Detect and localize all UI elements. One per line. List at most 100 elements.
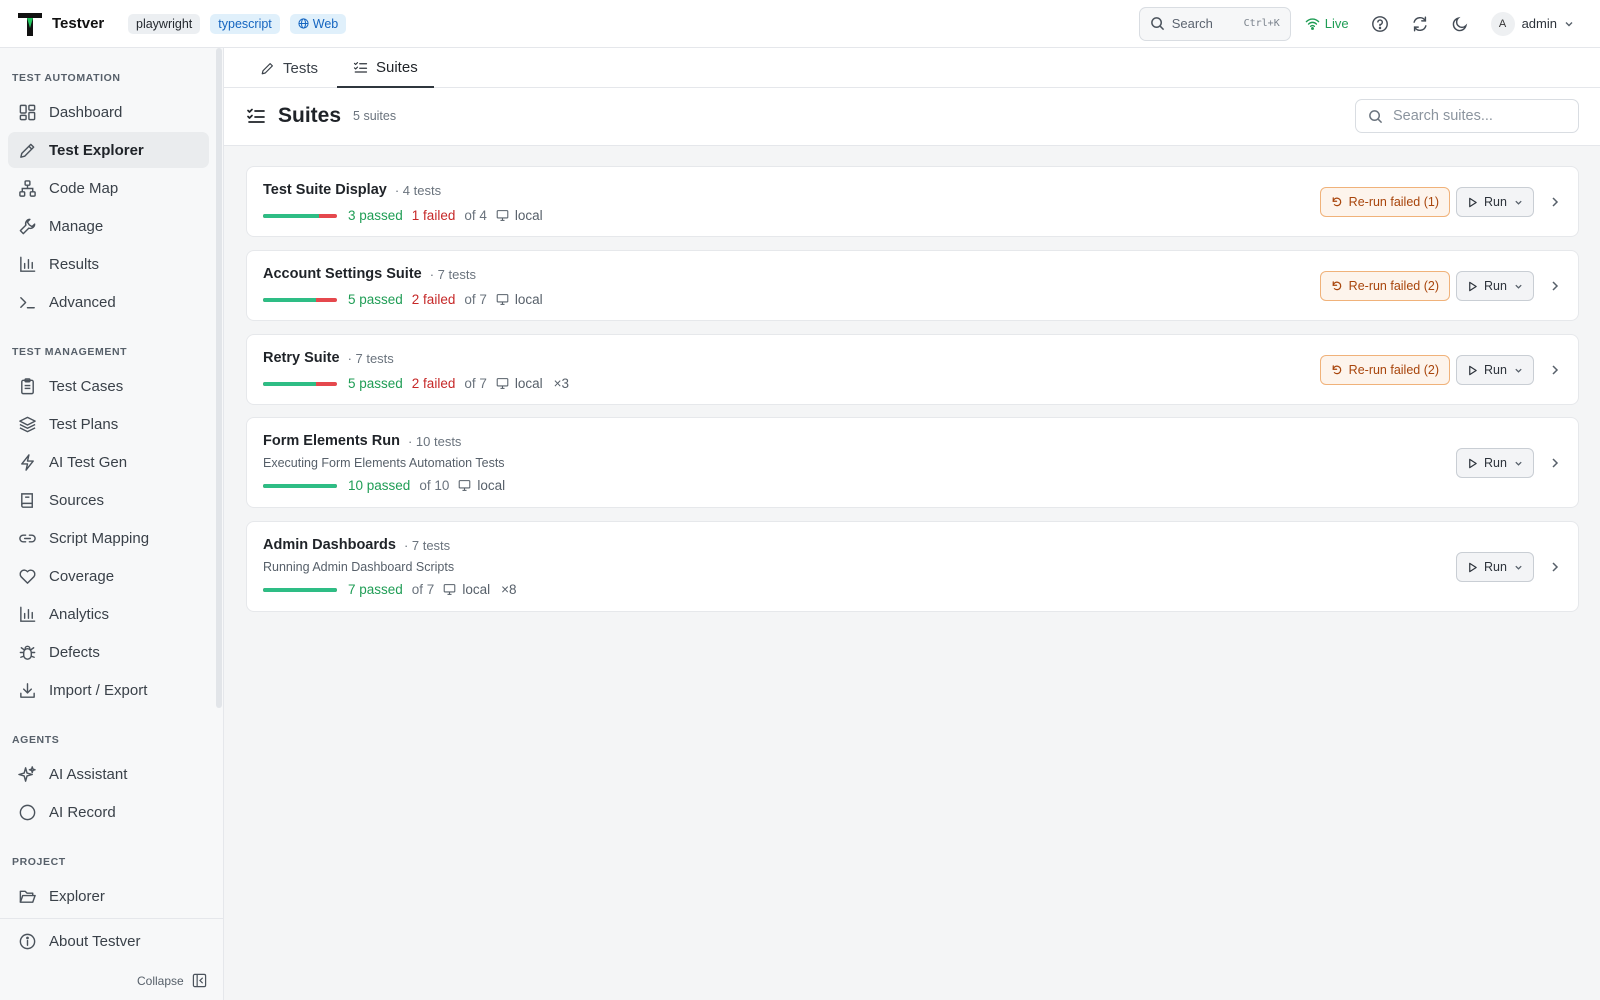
folder-open-icon	[19, 890, 36, 903]
sidebar-item-test-explorer[interactable]: Test Explorer	[8, 132, 209, 168]
bar-chart-icon	[20, 606, 36, 622]
sidebar-item-analytics[interactable]: Analytics	[8, 596, 209, 632]
pencil-icon	[261, 62, 273, 74]
book-icon	[21, 492, 33, 508]
total-count: of 7	[464, 376, 487, 391]
suite-description: Running Admin Dashboard Scripts	[263, 560, 455, 574]
run-button[interactable]: Run	[1456, 271, 1534, 301]
sidebar-item-explorer[interactable]: Explorer	[8, 878, 209, 914]
suite-progress-fill	[263, 483, 337, 488]
app-name: Testver	[52, 15, 105, 32]
suite-card[interactable]: Form Elements Run · 10 tests Executing Fo…	[246, 417, 1579, 508]
sidebar-item-about[interactable]: About Testver	[8, 923, 209, 959]
environment-label: local	[462, 582, 491, 597]
brand[interactable]: Testver	[0, 10, 120, 38]
tab-tests[interactable]: Tests	[244, 48, 334, 88]
suite-card[interactable]: Test Suite Display · 4 tests 3 passed 1 f…	[246, 166, 1579, 237]
page-title: Suites	[278, 104, 342, 127]
sidebar-item-test-plans[interactable]: Test Plans	[8, 406, 209, 442]
rerun-failed-button[interactable]: Re-run failed (2)	[1319, 355, 1450, 385]
environment: local	[496, 376, 543, 391]
chevron-down-icon	[1515, 368, 1522, 373]
refresh-icon[interactable]	[1411, 15, 1429, 33]
retry-multiplier: ×8	[501, 582, 517, 597]
chevron-right-icon[interactable]	[1548, 456, 1562, 470]
play-icon	[1469, 281, 1477, 291]
sidebar-item-label: Test Explorer	[49, 141, 144, 159]
suite-progress-bar	[263, 587, 337, 592]
sidebar-item-script-mapping[interactable]: Script Mapping	[8, 520, 209, 556]
suite-test-count: · 7 tests	[347, 350, 394, 366]
chevron-right-icon[interactable]	[1548, 560, 1562, 574]
suite-count: 5 suites	[353, 109, 397, 123]
moon-icon[interactable]	[1451, 15, 1469, 33]
run-label: Run	[1484, 560, 1507, 574]
chevron-right-icon[interactable]	[1548, 279, 1562, 293]
sidebar-item-manage[interactable]: Manage	[8, 208, 209, 244]
suite-progress-fill	[263, 381, 316, 386]
sidebar-item-label: Advanced	[49, 293, 116, 311]
suite-card[interactable]: Admin Dashboards · 7 tests Running Admin …	[246, 521, 1579, 612]
environment-label: local	[514, 292, 543, 307]
environment-label: local	[514, 376, 543, 391]
suite-progress-bar	[263, 483, 337, 488]
sidebar-item-label: Manage	[49, 217, 104, 235]
suite-search-input[interactable]: Search suites...	[1355, 99, 1579, 133]
suite-progress-bar	[263, 213, 337, 218]
global-search-button[interactable]: Search Ctrl+K	[1138, 6, 1291, 41]
suite-name: Account Settings Suite	[263, 266, 422, 282]
run-button[interactable]: Run	[1456, 187, 1534, 217]
sidebar-item-test-cases[interactable]: Test Cases	[8, 368, 209, 404]
section-agents: AGENTS	[12, 734, 60, 746]
rerun-failed-button[interactable]: Re-run failed (1)	[1319, 187, 1450, 217]
sidebar-item-advanced[interactable]: Advanced	[8, 284, 209, 320]
sidebar-item-import-export[interactable]: Import / Export	[8, 672, 209, 708]
user-menu[interactable]: A admin	[1490, 11, 1574, 36]
tab-suites[interactable]: Suites	[337, 48, 434, 88]
sidebar-item-label: AI Record	[49, 803, 116, 821]
sidebar-item-label: Test Cases	[49, 377, 124, 395]
section-test-management: TEST MANAGEMENT	[12, 346, 128, 358]
suite-name: Test Suite Display	[263, 182, 387, 198]
run-label: Run	[1484, 195, 1507, 209]
suite-card[interactable]: Retry Suite · 7 tests 5 passed 2 failed o…	[246, 334, 1579, 405]
collapse-sidebar-button[interactable]: Collapse	[137, 973, 207, 988]
suite-card[interactable]: Account Settings Suite · 7 tests 5 passed…	[246, 250, 1579, 321]
sidebar-item-defects[interactable]: Defects	[8, 634, 209, 670]
suite-progress-fill	[263, 297, 316, 302]
monitor-icon	[496, 210, 509, 221]
monitor-icon	[459, 480, 471, 491]
sidebar-item-sources[interactable]: Sources	[8, 482, 209, 518]
section-test-automation: TEST AUTOMATION	[12, 72, 121, 84]
suite-test-count: · 7 tests	[403, 537, 451, 553]
rerun-failed-button[interactable]: Re-run failed (2)	[1319, 271, 1450, 301]
sidebar-item-ai-record[interactable]: AI Record	[8, 794, 209, 830]
lightning-icon	[21, 453, 34, 471]
sidebar-item-dashboard[interactable]: Dashboard	[8, 94, 209, 130]
help-icon[interactable]	[1371, 15, 1389, 33]
run-button[interactable]: Run	[1456, 552, 1534, 582]
sidebar-item-ai-test-gen[interactable]: AI Test Gen	[8, 444, 209, 480]
run-button[interactable]: Run	[1456, 355, 1534, 385]
sidebar-item-results[interactable]: Results	[8, 246, 209, 282]
monitor-icon	[496, 378, 509, 389]
view-tabs: Tests Suites	[224, 48, 1600, 88]
layers-icon	[19, 416, 36, 432]
sidebar-item-code-map[interactable]: Code Map	[8, 170, 209, 206]
sitemap-icon	[19, 179, 36, 197]
link-icon	[19, 533, 36, 543]
sidebar-item-coverage[interactable]: Coverage	[8, 558, 209, 594]
chevron-down-icon	[1515, 461, 1522, 466]
sidebar-item-ai-assistant[interactable]: AI Assistant	[8, 756, 209, 792]
chevron-right-icon[interactable]	[1548, 195, 1562, 209]
chevron-right-icon[interactable]	[1548, 363, 1562, 377]
sidebar-collapse-icon	[192, 973, 206, 988]
play-icon	[1469, 365, 1477, 375]
sidebar-item-label: Code Map	[49, 179, 119, 197]
live-status[interactable]: Live	[1305, 16, 1349, 31]
section-project: PROJECT	[12, 856, 66, 868]
sidebar-item-label: Defects	[49, 643, 100, 661]
sidebar-scrollbar[interactable]	[216, 48, 222, 708]
total-count: of 7	[464, 292, 487, 307]
run-button[interactable]: Run	[1456, 448, 1534, 478]
